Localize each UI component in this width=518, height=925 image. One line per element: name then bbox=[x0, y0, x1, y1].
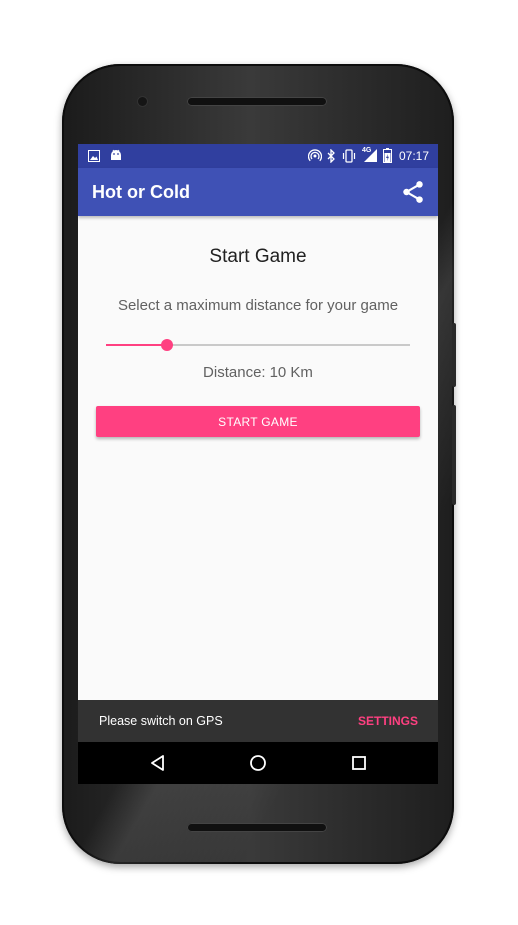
slider-active-track bbox=[106, 344, 167, 346]
share-icon[interactable] bbox=[400, 179, 426, 205]
app-bar: Hot or Cold bbox=[78, 168, 438, 216]
bluetooth-icon bbox=[327, 149, 335, 163]
hotspot-icon bbox=[308, 149, 322, 162]
image-icon bbox=[88, 150, 100, 162]
volume-button bbox=[452, 405, 456, 505]
distance-slider[interactable] bbox=[106, 335, 410, 355]
distance-readout: Distance: 10 Km bbox=[78, 364, 438, 381]
vibrate-icon bbox=[342, 149, 356, 163]
slider-thumb[interactable] bbox=[160, 339, 173, 351]
front-camera bbox=[138, 97, 147, 106]
distance-value: 10 Km bbox=[269, 364, 313, 381]
home-icon[interactable] bbox=[246, 751, 270, 775]
settings-action[interactable]: SETTINGS bbox=[358, 714, 418, 728]
snackbar-message: Please switch on GPS bbox=[99, 714, 223, 728]
back-icon[interactable] bbox=[146, 751, 170, 775]
distance-label: Distance: bbox=[203, 364, 266, 381]
navigation-bar bbox=[78, 742, 438, 784]
instruction-text: Select a maximum distance for your game bbox=[117, 297, 399, 314]
screen: 4G 07:17 Hot or Cold Start Game Select a… bbox=[78, 144, 438, 784]
start-game-button[interactable]: START GAME bbox=[96, 406, 420, 437]
android-icon bbox=[111, 149, 121, 160]
bottom-speaker bbox=[187, 823, 327, 832]
page-title: Start Game bbox=[209, 246, 307, 267]
power-button bbox=[452, 323, 456, 387]
app-title: Hot or Cold bbox=[92, 182, 190, 202]
signal-icon bbox=[364, 149, 377, 162]
status-bar: 4G 07:17 bbox=[78, 144, 438, 168]
main-content: Start Game Select a maximum distance for… bbox=[78, 216, 438, 700]
recents-icon[interactable] bbox=[347, 751, 371, 775]
gps-snackbar: Please switch on GPS SETTINGS bbox=[78, 700, 438, 742]
top-speaker bbox=[187, 97, 327, 106]
battery-icon bbox=[383, 148, 392, 163]
status-time: 07:17 bbox=[399, 149, 430, 163]
